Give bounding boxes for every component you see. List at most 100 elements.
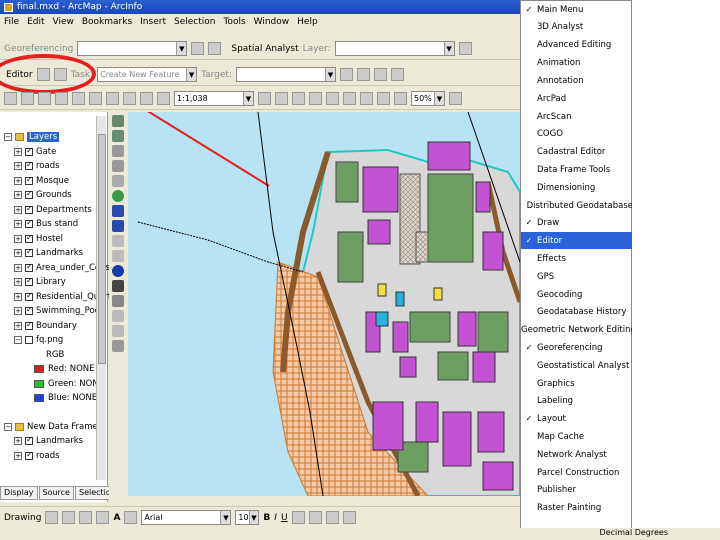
layer-row[interactable]: +Gate (14, 145, 56, 159)
georef-layer-dropdown[interactable]: ▼ (77, 41, 188, 56)
attributes-icon[interactable] (374, 68, 387, 81)
help-icon[interactable] (326, 92, 339, 105)
expand-icon[interactable]: + (14, 220, 22, 228)
tab-display[interactable]: Display (0, 486, 38, 500)
zoom-percent-dropdown[interactable]: 50% ▼ (411, 91, 445, 106)
undo-icon[interactable] (140, 92, 153, 105)
arctoolbox-icon[interactable] (275, 92, 288, 105)
pan-icon[interactable] (377, 92, 390, 105)
fixed-zoom-in-icon[interactable] (112, 145, 124, 157)
collapse-icon[interactable]: − (14, 336, 22, 344)
back-extent-icon[interactable] (112, 205, 124, 217)
rotate-icon[interactable] (191, 42, 205, 55)
menu-file[interactable]: File (4, 17, 19, 27)
menu-item-layout[interactable]: ✓ Layout (521, 410, 633, 427)
menu-item-raster-painting[interactable]: Raster Painting (521, 499, 633, 516)
menu-item-map-cache[interactable]: Map Cache (521, 428, 633, 445)
menu-item-arcpad[interactable]: ArcPad (521, 90, 633, 107)
line-color-icon[interactable] (325, 511, 339, 524)
layer-row[interactable]: +roads (14, 449, 60, 463)
font-size-dropdown[interactable]: 10 ▼ (235, 510, 260, 525)
sketch-properties-icon[interactable] (391, 68, 404, 81)
menu-item-main-menu[interactable]: ✓ Main Menu (521, 1, 633, 18)
full-extent-icon[interactable] (394, 92, 407, 105)
rotate-icon[interactable] (62, 511, 76, 524)
select-elements-icon[interactable] (112, 250, 124, 262)
cut-icon[interactable] (72, 92, 85, 105)
layer-visibility-checkbox[interactable] (25, 291, 33, 301)
layer-row[interactable]: − fq.png (14, 333, 63, 347)
zoom-whole-page-icon[interactable] (79, 511, 93, 524)
analyst-layer-dropdown[interactable]: ▼ (334, 41, 455, 56)
menu-view[interactable]: View (53, 17, 74, 27)
menu-item-arcscan[interactable]: ArcScan (521, 108, 633, 125)
expand-icon[interactable]: + (14, 249, 22, 257)
layer-visibility-checkbox[interactable] (25, 233, 33, 243)
underline-button[interactable]: U (281, 513, 288, 523)
expand-icon[interactable]: + (14, 264, 22, 272)
histogram-icon[interactable] (458, 42, 472, 55)
layer-row[interactable]: +Bus stand (14, 217, 78, 231)
layer-row[interactable]: +Swimming_Pool (14, 304, 102, 318)
open-icon[interactable] (21, 92, 34, 105)
marker-color-icon[interactable] (342, 511, 356, 524)
menu-insert[interactable]: Insert (140, 17, 166, 27)
menu-item-geometric-network-editing[interactable]: Geometric Network Editing (521, 321, 636, 338)
layer-row[interactable]: +Landmarks (14, 434, 83, 448)
layer-visibility-checkbox[interactable] (25, 175, 33, 185)
expand-icon[interactable]: + (14, 437, 22, 445)
layer-visibility-checkbox[interactable] (25, 204, 33, 214)
menu-item-parcel-construction[interactable]: Parcel Construction (521, 464, 633, 481)
menu-item-georeferencing[interactable]: ✓ Georeferencing (521, 339, 633, 356)
task-dropdown[interactable]: Create New Feature ▼ (97, 67, 198, 82)
layers-root[interactable]: − Layers (4, 130, 60, 144)
globe-icon[interactable] (112, 190, 124, 202)
layer-visibility-checkbox[interactable] (25, 305, 33, 315)
menu-item-geodatabase-history[interactable]: Geodatabase History (521, 303, 633, 320)
edit-vertices-icon[interactable] (124, 511, 138, 524)
layer-row[interactable]: +Landmarks (14, 246, 83, 260)
layer-visibility-checkbox[interactable] (25, 262, 33, 272)
bold-button[interactable]: B (263, 513, 270, 523)
menu-help[interactable]: Help (297, 17, 318, 27)
layer-row[interactable]: +Hostel (14, 232, 63, 246)
paste-icon[interactable] (106, 92, 119, 105)
menu-edit[interactable]: Edit (27, 17, 44, 27)
expand-icon[interactable]: + (14, 206, 22, 214)
identify-icon[interactable] (112, 265, 124, 277)
menu-item-distributed-geodatabase[interactable]: Distributed Geodatabase (521, 197, 633, 214)
select-elements-icon[interactable] (45, 511, 59, 524)
rectangle-icon[interactable] (96, 511, 110, 524)
layer-row[interactable]: +Grounds (14, 188, 72, 202)
expand-icon[interactable]: + (14, 191, 22, 199)
layer-visibility-checkbox[interactable] (25, 247, 33, 257)
scale-dropdown[interactable]: 1:1,038 ▼ (174, 91, 254, 106)
scroll-thumb[interactable] (98, 134, 106, 364)
menu-item-cadastral-editor[interactable]: Cadastral Editor (521, 143, 633, 160)
layout-pan-icon[interactable] (449, 92, 462, 105)
menu-item-publisher[interactable]: Publisher (521, 481, 633, 498)
layer-visibility-checkbox[interactable] (25, 218, 33, 228)
layer-visibility-checkbox[interactable] (25, 435, 33, 445)
menu-item-editor[interactable]: ✓ Editor (521, 232, 633, 249)
fill-color-icon[interactable] (308, 511, 322, 524)
menu-item-draw[interactable]: ✓ Draw (521, 214, 633, 231)
model-builder-icon[interactable] (309, 92, 322, 105)
layer-row[interactable]: +Departments (14, 203, 92, 217)
font-color-icon[interactable] (291, 511, 305, 524)
collapse-icon[interactable]: − (4, 133, 12, 141)
zoom-out-icon[interactable] (112, 130, 124, 142)
menu-item-cogo[interactable]: COGO (521, 125, 633, 142)
expand-icon[interactable]: + (14, 148, 22, 156)
zoom-out-fixed-icon[interactable] (360, 92, 373, 105)
layer-row[interactable]: +roads (14, 159, 60, 173)
forward-extent-icon[interactable] (112, 220, 124, 232)
spatial-analyst-label[interactable]: Spatial Analyst (231, 44, 298, 54)
layer-visibility-checkbox[interactable] (25, 146, 33, 156)
drawing-menu[interactable]: Drawing (4, 513, 41, 523)
map-canvas[interactable] (128, 112, 520, 496)
editor-toolbar-icon[interactable] (258, 92, 271, 105)
fixed-zoom-out-icon[interactable] (112, 160, 124, 172)
split-tool-icon[interactable] (340, 68, 353, 81)
menu-window[interactable]: Window (254, 17, 290, 27)
